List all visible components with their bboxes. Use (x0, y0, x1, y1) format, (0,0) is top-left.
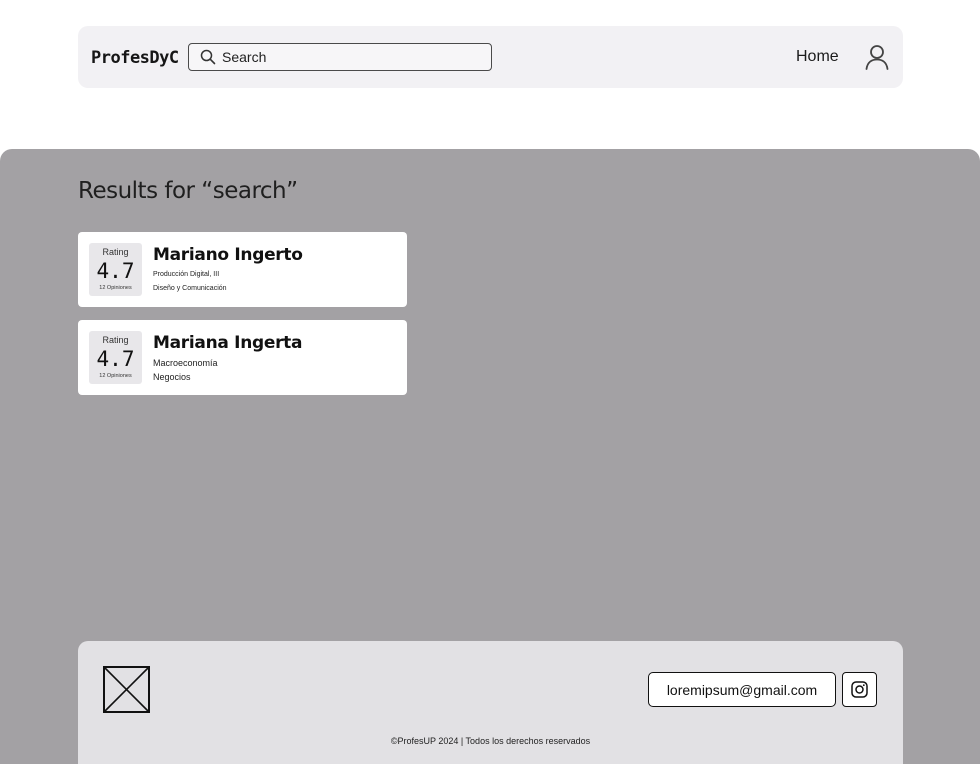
top-navbar: ProfesDyC Home (78, 26, 903, 88)
rating-label: Rating (102, 335, 129, 345)
professor-department: Negocios (153, 372, 191, 382)
rating-box: Rating 4.7 12 Opiniones (89, 331, 142, 384)
professor-card[interactable]: Rating 4.7 12 Opiniones Mariano Ingerto … (78, 232, 407, 307)
rating-value: 4.7 (96, 347, 135, 371)
professor-department: Diseño y Comunicación (153, 285, 227, 292)
professor-name[interactable]: Mariana Ingerta (153, 333, 302, 353)
professor-subject: Macroeconomía (153, 358, 218, 368)
contact-email-button[interactable]: loremipsum@gmail.com (648, 672, 836, 707)
opinions-count: 12 Opiniones (99, 373, 132, 379)
brand-logo-text[interactable]: ProfesDyC (91, 48, 179, 68)
professor-card[interactable]: Rating 4.7 12 Opiniones Mariana Ingerta … (78, 320, 407, 395)
professor-subject: Producción Digital, III (153, 271, 220, 278)
search-bar[interactable] (188, 43, 492, 71)
opinions-count: 12 Opiniones (99, 285, 132, 291)
instagram-icon (851, 681, 868, 698)
nav-home-link[interactable]: Home (796, 48, 839, 66)
search-icon (200, 49, 216, 65)
image-placeholder-icon (103, 666, 150, 713)
user-icon (865, 45, 889, 70)
results-title: Results for “search” (78, 178, 298, 204)
rating-label: Rating (102, 247, 129, 257)
professor-name[interactable]: Mariano Ingerto (153, 245, 303, 265)
site-footer: loremipsum@gmail.com ©ProfesUP 2024 | To… (78, 641, 903, 764)
rating-box: Rating 4.7 12 Opiniones (89, 243, 142, 296)
search-input[interactable] (222, 49, 472, 65)
instagram-button[interactable] (842, 672, 877, 707)
copyright-text: ©ProfesUP 2024 | Todos los derechos rese… (390, 736, 591, 746)
rating-value: 4.7 (96, 259, 135, 283)
user-account-button[interactable] (864, 44, 890, 70)
